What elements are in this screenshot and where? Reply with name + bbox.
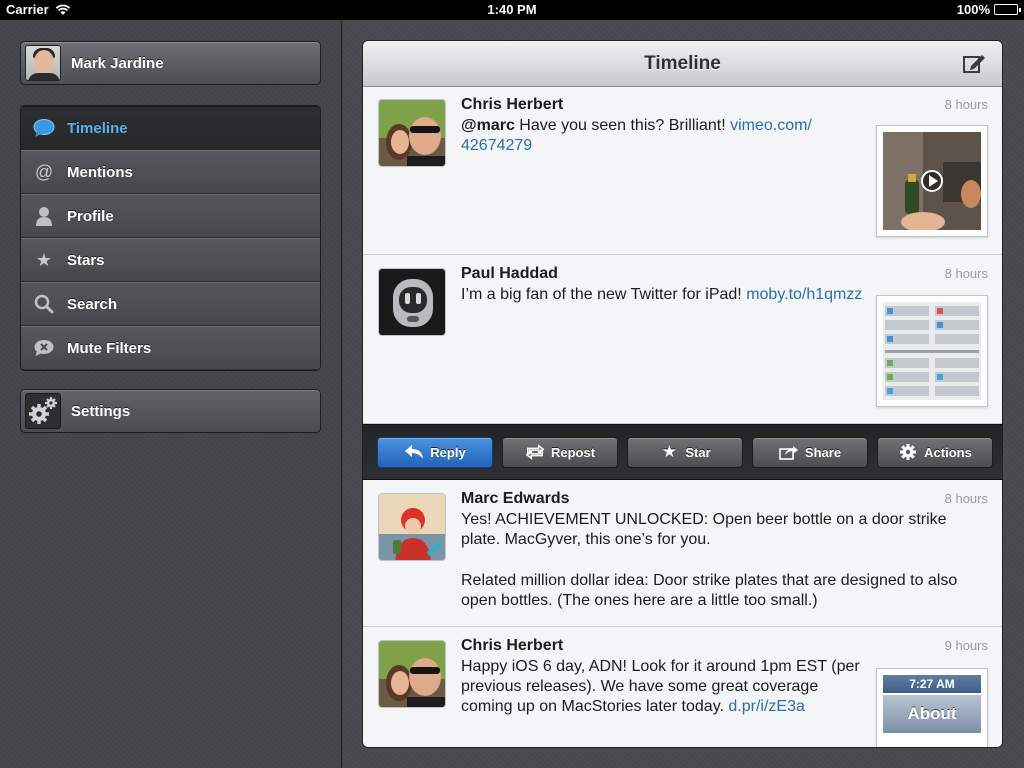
post-author[interactable]: Marc Edwards: [461, 490, 569, 508]
star-icon: ★: [35, 249, 53, 270]
post-link[interactable]: d.pr/i/zE3a: [728, 698, 804, 715]
star-icon: ★: [661, 442, 677, 461]
sidebar-item-label: Stars: [67, 251, 105, 269]
action-label: Actions: [924, 444, 972, 460]
timeline-panel: Timeline Chris Herbert 8 hours @marc Hav…: [362, 40, 1003, 748]
sidebar: Mark Jardine Timeline @ Mentions Profile…: [0, 20, 342, 768]
reply-button[interactable]: Reply: [377, 436, 493, 468]
reply-arrow-icon: [404, 444, 424, 460]
screenshot-thumbnail[interactable]: [876, 295, 988, 407]
action-label: Reply: [430, 444, 466, 460]
post-time: 9 hours: [944, 638, 988, 653]
share-box-icon: [779, 444, 799, 460]
account-button[interactable]: Mark Jardine: [20, 41, 321, 85]
battery-icon: [994, 4, 1021, 15]
sidebar-item-timeline[interactable]: Timeline: [21, 106, 320, 150]
clock: 1:40 PM: [487, 2, 537, 17]
thumb-time: 7:27 AM: [883, 675, 981, 693]
avatar[interactable]: [378, 268, 446, 336]
post-time: 8 hours: [944, 266, 988, 281]
post-text-body: Have you seen this? Brilliant!: [514, 117, 731, 134]
action-label: Share: [804, 444, 842, 460]
post-text: I’m a big fan of the new Twitter for iPa…: [461, 285, 871, 305]
repost-button[interactable]: Repost: [502, 436, 618, 468]
avatar[interactable]: [378, 493, 446, 561]
status-bar: Carrier 1:40 PM 100%: [0, 0, 1024, 20]
post-time: 8 hours: [944, 491, 988, 506]
sidebar-item-label: Profile: [67, 207, 114, 225]
mention-link[interactable]: @marc: [461, 117, 515, 134]
post-author[interactable]: Chris Herbert: [461, 96, 563, 114]
sidebar-item-label: Mentions: [67, 163, 133, 181]
settings-button[interactable]: Settings: [20, 389, 321, 433]
list-item[interactable]: Chris Herbert 8 hours @marc Have you see…: [363, 87, 1002, 255]
post-time: 8 hours: [944, 97, 988, 112]
battery-indicator: 100%: [956, 2, 1021, 17]
post-text-body: I’m a big fan of the new Twitter for iPa…: [461, 286, 747, 303]
sidebar-item-label: Search: [67, 295, 118, 313]
sidebar-item-label: Timeline: [67, 119, 128, 137]
sidebar-item-mentions[interactable]: @ Mentions: [21, 150, 320, 194]
speech-bubble-icon: [33, 117, 55, 139]
magnifier-icon: [33, 293, 55, 315]
person-icon: [33, 205, 55, 227]
sidebar-item-label: Mute Filters: [67, 339, 152, 357]
post-text: @marc Have you seen this? Brilliant! vim…: [461, 116, 871, 156]
avatar[interactable]: [378, 640, 446, 708]
post-link[interactable]: moby.to/h1qmzz: [746, 286, 862, 303]
actions-button[interactable]: Actions: [877, 436, 993, 468]
repost-arrows-icon: [525, 444, 545, 460]
post-action-bar: Reply Repost ★ Star Share Actions: [363, 424, 1002, 480]
share-button[interactable]: Share: [752, 436, 868, 468]
action-label: Repost: [550, 444, 596, 460]
sidebar-item-mute-filters[interactable]: Mute Filters: [21, 326, 320, 370]
about-screen-thumbnail[interactable]: 7:27 AM About: [876, 668, 988, 747]
post-author[interactable]: Paul Haddad: [461, 265, 558, 283]
battery-percentage: 100%: [956, 2, 990, 17]
page-title: Timeline: [644, 53, 721, 74]
thumb-label: About: [883, 695, 981, 733]
sidebar-item-profile[interactable]: Profile: [21, 194, 320, 238]
post-text-continued: Related million dollar idea: Door strike…: [461, 572, 958, 609]
panel-header: Timeline: [363, 41, 1002, 87]
compose-icon[interactable]: [962, 52, 986, 74]
settings-label: Settings: [71, 402, 131, 420]
post-text: Yes! ACHIEVEMENT UNLOCKED: Open beer bot…: [461, 511, 947, 548]
account-name: Mark Jardine: [71, 54, 164, 72]
post-text: Happy iOS 6 day, ADN! Look for it around…: [461, 657, 871, 717]
action-label: Star: [685, 444, 711, 460]
list-item[interactable]: Marc Edwards 8 hours Yes! ACHIEVEMENT UN…: [363, 481, 1002, 627]
star-button[interactable]: ★ Star: [627, 436, 743, 468]
mute-bubble-icon: [33, 337, 55, 359]
nav-menu: Timeline @ Mentions Profile ★ Stars Sear…: [20, 105, 321, 371]
avatar: [25, 45, 61, 81]
at-sign-icon: @: [34, 161, 54, 182]
post-author[interactable]: Chris Herbert: [461, 637, 563, 655]
gear-icon: [898, 444, 918, 460]
gears-icon: [25, 393, 61, 429]
avatar[interactable]: [378, 99, 446, 167]
sidebar-item-stars[interactable]: ★ Stars: [21, 238, 320, 282]
list-item[interactable]: Paul Haddad 8 hours I’m a big fan of the…: [363, 256, 1002, 424]
list-item[interactable]: Chris Herbert 9 hours Happy iOS 6 day, A…: [363, 628, 1002, 747]
sidebar-item-search[interactable]: Search: [21, 282, 320, 326]
video-thumbnail[interactable]: [876, 125, 988, 237]
